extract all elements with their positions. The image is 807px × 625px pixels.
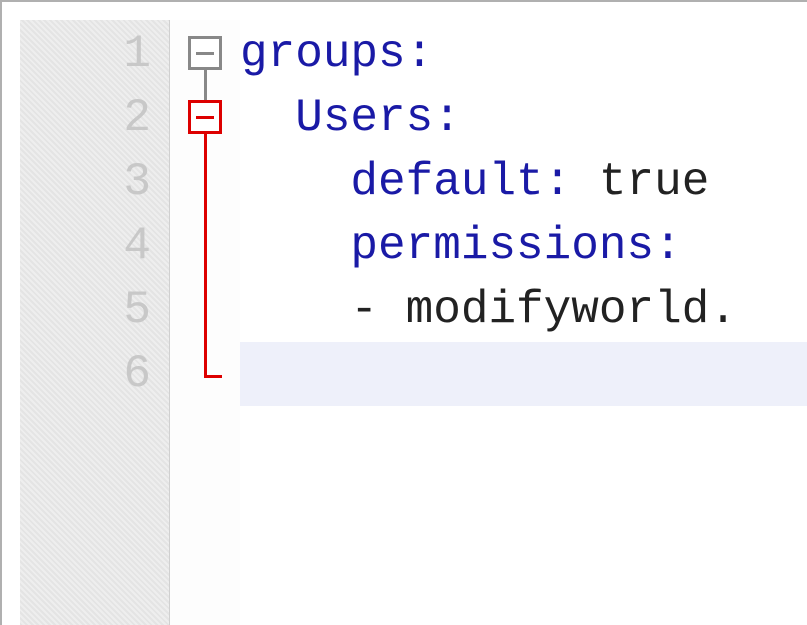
yaml-key: groups [240, 28, 406, 80]
minus-icon [196, 116, 214, 119]
yaml-colon: : [544, 156, 599, 208]
code-line[interactable]: - modifyworld. [240, 278, 807, 342]
line-number-gutter: 1 2 3 4 5 6 [20, 20, 170, 625]
yaml-colon: : [433, 92, 461, 144]
line-number: 6 [20, 342, 169, 406]
code-line[interactable]: groups: [240, 22, 807, 86]
fold-gutter [170, 20, 240, 625]
code-line[interactable] [240, 342, 807, 406]
line-number: 1 [20, 22, 169, 86]
fold-guide-end [204, 375, 222, 378]
code-line[interactable]: default: true [240, 150, 807, 214]
yaml-value: true [599, 156, 709, 208]
code-area[interactable]: groups: Users: default: true permissions… [240, 20, 807, 625]
code-line[interactable]: Users: [240, 86, 807, 150]
fold-guide-line [204, 70, 207, 100]
minus-icon [196, 52, 214, 55]
code-line[interactable]: permissions: [240, 214, 807, 278]
indent [240, 156, 350, 208]
fold-toggle-line-2[interactable] [188, 100, 222, 134]
yaml-key: default [350, 156, 543, 208]
indent [240, 92, 295, 144]
line-number: 2 [20, 86, 169, 150]
code-editor: 1 2 3 4 5 6 groups: [20, 20, 807, 625]
fold-guide-line [204, 134, 207, 378]
line-number: 3 [20, 150, 169, 214]
yaml-colon: : [406, 28, 434, 80]
line-number: 4 [20, 214, 169, 278]
yaml-list-item: - modifyworld. [350, 284, 736, 336]
yaml-key: Users [295, 92, 433, 144]
yaml-key: permissions [350, 220, 654, 272]
yaml-colon: : [654, 220, 682, 272]
fold-toggle-line-1[interactable] [188, 36, 222, 70]
line-number: 5 [20, 278, 169, 342]
indent [240, 284, 350, 336]
indent [240, 220, 350, 272]
code-editor-frame: 1 2 3 4 5 6 groups: [0, 0, 807, 625]
